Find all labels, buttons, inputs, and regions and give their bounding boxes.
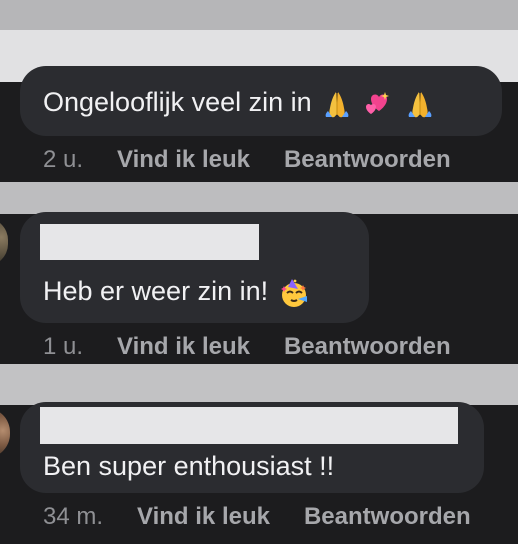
comment-actions-2: 1 u. Vind ik leuk Beantwoorden (43, 333, 451, 361)
middle-gray-band-1 (0, 182, 518, 214)
top-gray-band-1 (0, 0, 518, 30)
middle-gray-band-2 (0, 364, 518, 405)
like-button[interactable]: Vind ik leuk (117, 333, 250, 361)
avatar[interactable] (0, 408, 10, 458)
like-button[interactable]: Vind ik leuk (117, 146, 250, 174)
folded-hands-icon (408, 91, 432, 118)
comment-text: Ongelooflijk veel zin in (43, 87, 312, 117)
avatar[interactable] (0, 218, 8, 266)
comment-text-1: Ongelooflijk veel zin in (43, 85, 436, 120)
comment-text-3: Ben super enthousiast !! (43, 449, 334, 483)
folded-hands-icon (325, 91, 349, 118)
like-button[interactable]: Vind ik leuk (137, 503, 270, 531)
reply-button[interactable]: Beantwoorden (304, 503, 471, 531)
comment-time: 34 m. (43, 503, 104, 530)
redacted-name-block (40, 407, 458, 444)
comment-actions-1: 2 u. Vind ik leuk Beantwoorden (43, 146, 451, 174)
reply-button[interactable]: Beantwoorden (284, 146, 451, 174)
comment-text: Heb er weer zin in! (43, 276, 269, 306)
comment-actions-3: 34 m. Vind ik leuk Beantwoorden (43, 503, 471, 531)
comment-text-2: Heb er weer zin in! (43, 274, 310, 309)
comment-time: 2 u. (43, 146, 84, 173)
reply-button[interactable]: Beantwoorden (284, 333, 451, 361)
comment-text: Ben super enthousiast !! (43, 451, 335, 481)
two-hearts-icon (365, 91, 389, 114)
partying-face-icon (280, 278, 307, 307)
comment-time: 1 u. (43, 333, 84, 360)
redacted-name-block (40, 224, 259, 260)
